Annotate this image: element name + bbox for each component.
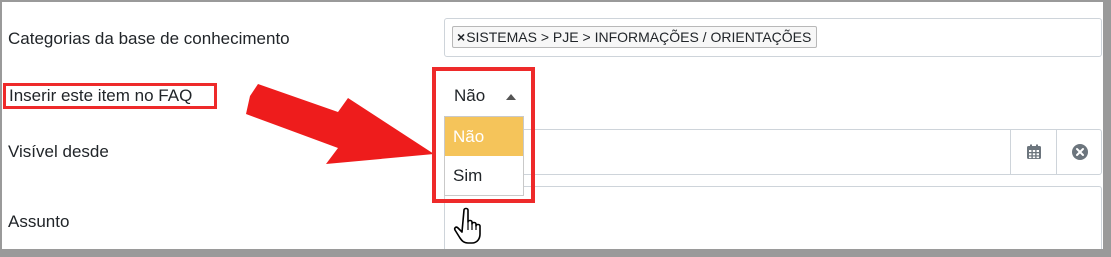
clear-icon: [1072, 144, 1088, 160]
subject-field[interactable]: [444, 186, 1102, 256]
hand-pointer-icon: [453, 207, 481, 244]
calendar-button[interactable]: [1010, 130, 1057, 174]
faq-label-highlight: [3, 83, 217, 109]
clear-date-button[interactable]: [1056, 130, 1103, 174]
visible-since-field[interactable]: [444, 129, 1102, 175]
calendar-icon: [1027, 144, 1041, 159]
category-tag-text: SISTEMAS > PJE > INFORMAÇÕES / ORIENTAÇÕ…: [466, 29, 812, 45]
categories-field[interactable]: ×SISTEMAS > PJE > INFORMAÇÕES / ORIENTAÇ…: [444, 18, 1102, 57]
subject-label: Assunto: [8, 212, 70, 231]
category-tag: ×SISTEMAS > PJE > INFORMAÇÕES / ORIENTAÇ…: [452, 26, 818, 48]
red-arrow-icon: [246, 84, 434, 164]
tag-remove-icon[interactable]: ×: [457, 29, 465, 45]
faq-select-highlight: [432, 67, 535, 203]
visible-since-label: Visível desde: [8, 142, 109, 161]
categories-label: Categorias da base de conhecimento: [8, 29, 290, 48]
